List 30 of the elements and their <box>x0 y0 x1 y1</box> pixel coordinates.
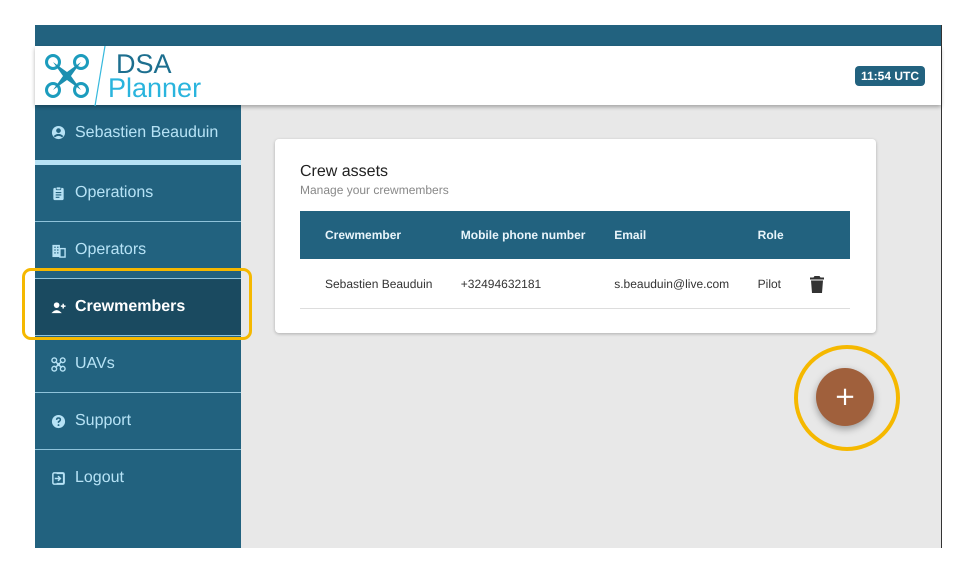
logo-text: DSA <box>116 52 172 76</box>
column-header: Crewmember <box>300 211 436 259</box>
table-cell: Pilot <box>732 259 785 308</box>
card-subtitle: Manage your crewmembers <box>300 183 450 197</box>
column-header: Email <box>589 211 733 259</box>
add-button[interactable]: + <box>816 368 874 426</box>
delete-icon[interactable] <box>810 274 824 292</box>
drone-logo-icon <box>44 52 90 98</box>
logout-icon <box>51 470 66 486</box>
nav-item[interactable]: Operations <box>35 165 241 222</box>
card-title: Crew assets <box>300 163 390 181</box>
column-header: Role <box>732 211 785 259</box>
logo-divider-icon <box>94 46 106 106</box>
person-add-icon <box>51 300 66 314</box>
person-circle-icon <box>51 125 66 140</box>
clock-badge: 11:54 UTC <box>854 66 925 86</box>
help-icon <box>51 414 66 428</box>
drone-icon <box>51 356 66 372</box>
nav-item[interactable]: Crewmembers <box>35 279 241 336</box>
logo-text: Planner <box>108 76 202 100</box>
nav-item[interactable]: Support <box>35 393 241 450</box>
user-menu-item[interactable]: Sebastien Beauduin <box>35 105 241 165</box>
table-cell: +32494632181 <box>436 259 590 308</box>
table-cell: Sebastien Beauduin <box>300 259 436 308</box>
column-header: Mobile phone number <box>436 211 590 259</box>
clipboard-icon <box>51 186 66 200</box>
nav-item[interactable]: Logout <box>35 450 241 506</box>
table-cell: s.beauduin@live.com <box>589 259 733 308</box>
building-icon <box>51 242 66 258</box>
nav-item[interactable]: UAVs <box>35 336 241 393</box>
